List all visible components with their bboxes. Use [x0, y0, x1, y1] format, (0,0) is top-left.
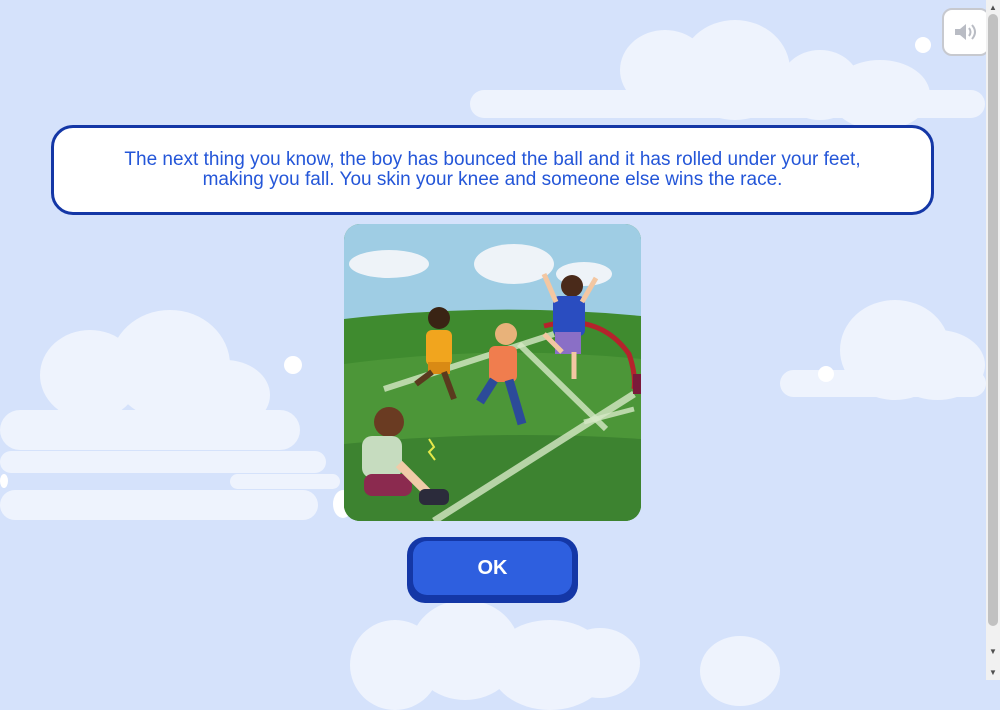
sound-button[interactable]: [942, 8, 990, 56]
scroll-down-icon[interactable]: ▼: [986, 644, 1000, 658]
story-illustration: [344, 224, 641, 521]
scroll-up-icon[interactable]: ▲: [986, 0, 1000, 14]
message-box: The next thing you know, the boy has bou…: [51, 125, 934, 215]
scroll-thumb[interactable]: [988, 14, 998, 626]
vertical-scrollbar[interactable]: ▲ ▼ ▼: [986, 0, 1000, 680]
story-message: The next thing you know, the boy has bou…: [124, 149, 861, 190]
children-race-illustration: [344, 224, 641, 521]
speaker-icon: [955, 24, 976, 40]
scroll-down-icon[interactable]: ▼: [986, 665, 1000, 679]
ok-button-label: OK: [413, 541, 572, 595]
ok-button[interactable]: OK: [407, 537, 578, 603]
